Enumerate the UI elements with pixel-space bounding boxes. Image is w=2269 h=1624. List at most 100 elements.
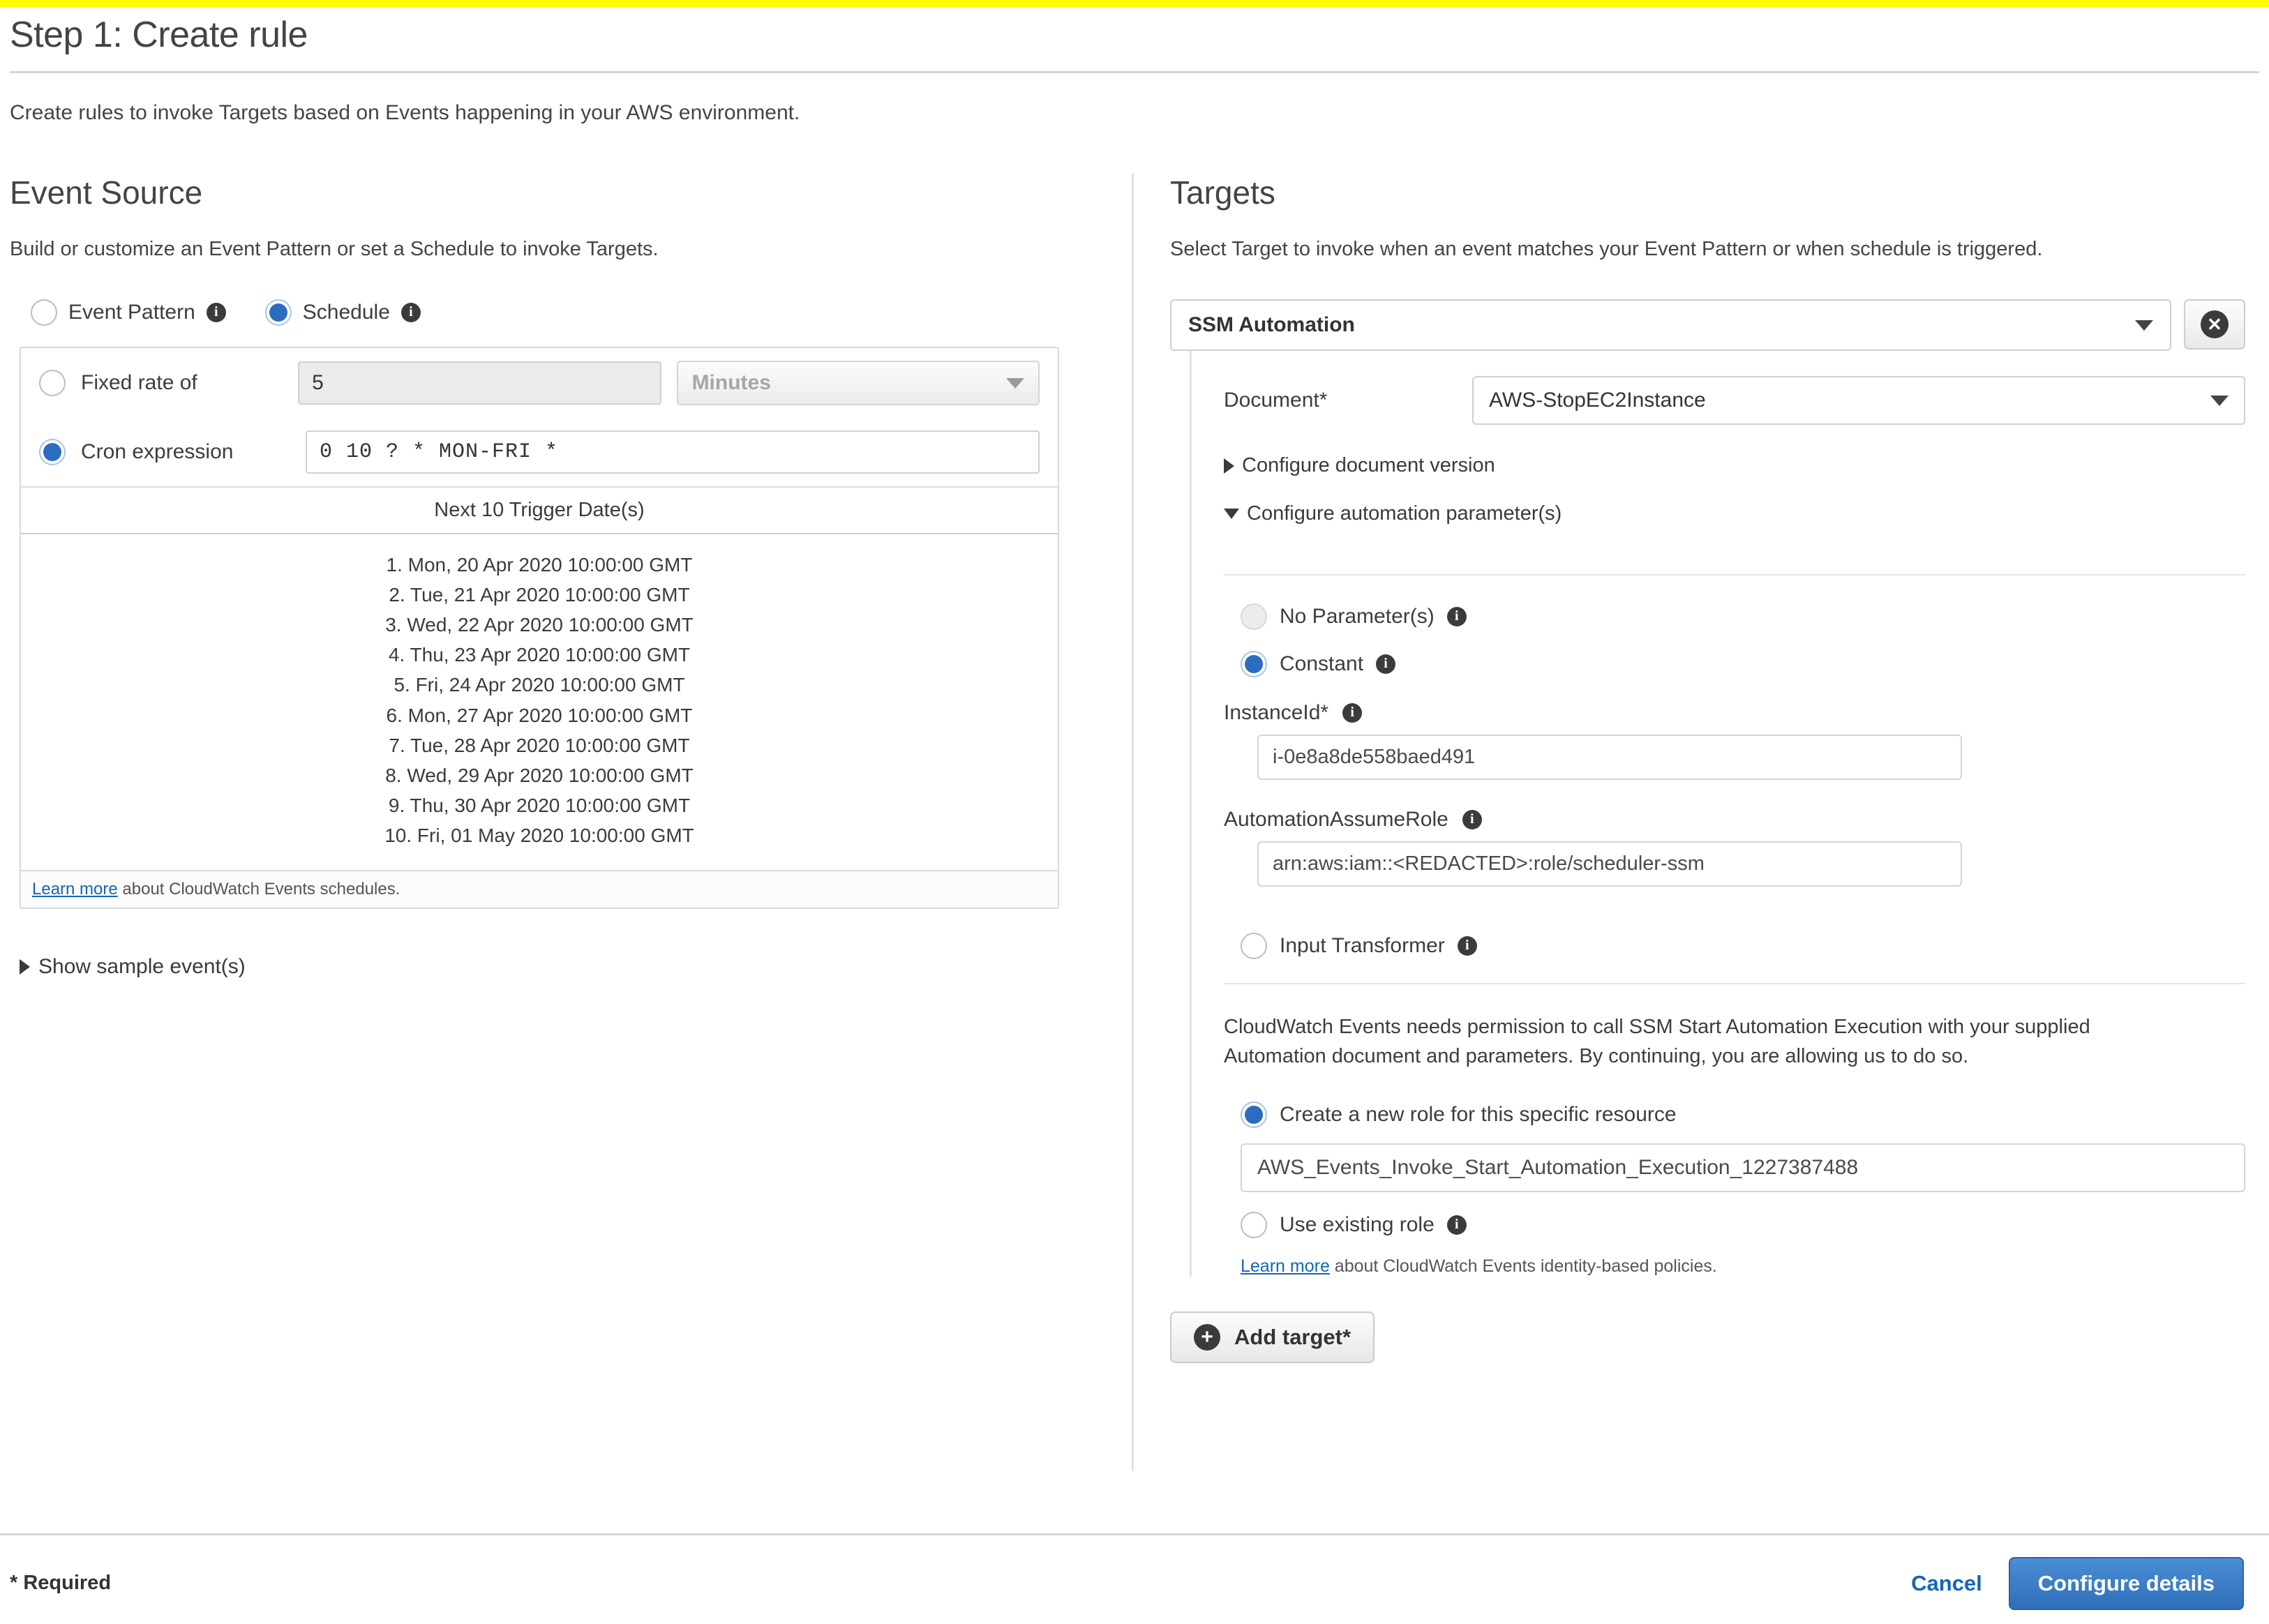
plus-icon: + (1194, 1324, 1220, 1351)
instance-id-input[interactable] (1257, 735, 1962, 781)
configure-automation-parameters-toggle[interactable]: Configure automation parameter(s) (1224, 502, 1562, 525)
radio-use-existing-role[interactable]: Use existing role i (1241, 1212, 2245, 1239)
info-icon[interactable]: i (206, 303, 226, 323)
role-selection: Create a new role for this specific reso… (1224, 1102, 2245, 1277)
targets-panel: Targets Select Target to invoke when an … (1134, 174, 2269, 1471)
schedules-learn-more-link[interactable]: Learn more (32, 880, 118, 899)
create-new-role-label: Create a new role for this specific reso… (1280, 1103, 1677, 1127)
fixed-rate-input[interactable] (298, 361, 661, 405)
target-type-row: SSM Automation ✕ (1170, 299, 2245, 352)
target-type-select[interactable]: SSM Automation (1170, 299, 2171, 352)
chevron-right-icon (1224, 458, 1234, 474)
info-icon[interactable]: i (1457, 936, 1477, 956)
remove-target-button[interactable]: ✕ (2184, 299, 2245, 350)
input-transformer-label: Input Transformer (1280, 934, 1445, 958)
list-item: 7. Tue, 28 Apr 2020 10:00:00 GMT (389, 734, 690, 756)
cron-radio[interactable] (39, 439, 66, 466)
identity-policies-learn-more-text: about CloudWatch Events identity-based p… (1329, 1256, 1717, 1277)
event-pattern-label: Event Pattern (68, 301, 195, 324)
cron-expression-input[interactable] (306, 430, 1040, 474)
event-source-heading: Event Source (10, 174, 203, 211)
configure-automation-parameters-label: Configure automation parameter(s) (1247, 502, 1562, 525)
add-target-label: Add target* (1234, 1325, 1351, 1350)
list-item: 3. Wed, 22 Apr 2020 10:00:00 GMT (385, 614, 694, 636)
input-transformer-radio[interactable] (1241, 933, 1267, 960)
assume-role-label-row: AutomationAssumeRole i (1224, 808, 2245, 832)
radio-schedule[interactable]: Schedule i (264, 299, 421, 326)
target-configuration: Document* AWS-StopEC2Instance Configure … (1190, 351, 2245, 1277)
info-icon[interactable]: i (1462, 810, 1482, 830)
radio-create-new-role[interactable]: Create a new role for this specific reso… (1241, 1102, 2245, 1129)
schedules-learn-more-text: about CloudWatch Events schedules. (117, 880, 400, 899)
divider (1224, 574, 2245, 576)
info-icon[interactable]: i (400, 303, 421, 323)
list-item: 9. Thu, 30 Apr 2020 10:00:00 GMT (388, 794, 691, 816)
list-item: 6. Mon, 27 Apr 2020 10:00:00 GMT (386, 704, 693, 726)
radio-constant[interactable]: Constant i (1224, 651, 2245, 678)
cron-label: Cron expression (81, 440, 234, 464)
list-item: 4. Thu, 23 Apr 2020 10:00:00 GMT (388, 644, 691, 666)
targets-heading: Targets (1170, 174, 1275, 211)
cancel-button[interactable]: Cancel (1911, 1571, 1982, 1596)
schedule-label: Schedule (302, 301, 390, 324)
no-parameters-label: No Parameter(s) (1280, 605, 1435, 629)
assume-role-label: AutomationAssumeRole (1224, 808, 1448, 832)
show-sample-events-toggle[interactable]: Show sample event(s) (20, 955, 246, 979)
info-icon[interactable]: i (1446, 1215, 1467, 1235)
schedule-radio-circle[interactable] (264, 299, 292, 326)
list-item: 5. Fri, 24 Apr 2020 10:00:00 GMT (394, 674, 685, 696)
event-source-panel: Event Source Build or customize an Event… (0, 174, 1134, 1471)
event-pattern-radio-circle[interactable] (31, 299, 57, 326)
configure-details-button[interactable]: Configure details (2008, 1556, 2244, 1610)
required-note: * Required (10, 1572, 112, 1594)
top-accent-bar (0, 0, 2269, 7)
radio-event-pattern[interactable]: Event Pattern i (31, 299, 226, 326)
footer-actions: Cancel Configure details (1911, 1556, 2244, 1610)
content-columns: Event Source Build or customize an Event… (0, 174, 2269, 1471)
radio-input-transformer[interactable]: Input Transformer i (1224, 933, 2245, 960)
assume-role-input[interactable] (1257, 841, 1962, 887)
document-row: Document* AWS-StopEC2Instance (1224, 376, 2245, 426)
use-existing-role-radio[interactable] (1241, 1212, 1267, 1239)
fixed-rate-unit-value: Minutes (691, 371, 771, 395)
event-source-mode-group: Event Pattern i Schedule i (10, 299, 1101, 326)
close-icon: ✕ (2201, 310, 2229, 339)
list-item: 10. Fri, 01 May 2020 10:00:00 GMT (384, 825, 694, 846)
show-sample-events-label: Show sample event(s) (38, 955, 246, 979)
add-target-button[interactable]: + Add target* (1170, 1311, 1375, 1364)
identity-policies-learn-more-link[interactable]: Learn more (1241, 1256, 1330, 1276)
use-existing-role-label: Use existing role (1280, 1213, 1435, 1237)
fixed-rate-unit-select[interactable]: Minutes (676, 361, 1040, 406)
chevron-down-icon (2210, 395, 2229, 406)
document-label: Document* (1224, 389, 1328, 412)
radio-no-parameters[interactable]: No Parameter(s) i (1224, 603, 2245, 631)
permission-notice: CloudWatch Events needs permission to ca… (1224, 1016, 2090, 1068)
info-icon[interactable]: i (1342, 703, 1363, 723)
fixed-rate-radio[interactable] (39, 370, 66, 397)
schedule-panel: Fixed rate of Minutes Cron expression (20, 347, 1059, 910)
constant-radio[interactable] (1241, 651, 1267, 678)
document-select[interactable]: AWS-StopEC2Instance (1472, 376, 2245, 426)
schedule-learn-more-row: Learn more about CloudWatch Events sched… (21, 870, 1058, 908)
title-divider (10, 71, 2259, 73)
no-parameters-radio[interactable] (1241, 603, 1267, 631)
fixed-rate-row: Fixed rate of Minutes (21, 348, 1058, 418)
create-rule-page: Step 1: Create rule Create rules to invo… (0, 14, 2269, 1624)
instance-id-label: InstanceId* (1224, 701, 1329, 725)
info-icon[interactable]: i (1376, 654, 1396, 675)
configure-document-version-label: Configure document version (1242, 454, 1495, 477)
info-icon[interactable]: i (1446, 607, 1467, 627)
list-item: 2. Tue, 21 Apr 2020 10:00:00 GMT (389, 584, 690, 606)
trigger-dates-header: Next 10 Trigger Date(s) (21, 486, 1058, 535)
list-item: 8. Wed, 29 Apr 2020 10:00:00 GMT (385, 764, 694, 786)
event-source-description: Build or customize an Event Pattern or s… (10, 238, 659, 260)
new-role-name-input[interactable] (1241, 1143, 2245, 1193)
list-item: 1. Mon, 20 Apr 2020 10:00:00 GMT (386, 554, 693, 576)
create-new-role-radio[interactable] (1241, 1102, 1267, 1129)
identity-policies-learn-more-row: Learn more about CloudWatch Events ident… (1241, 1256, 2245, 1277)
configure-document-version-toggle[interactable]: Configure document version (1224, 454, 1495, 477)
page-footer: * Required Cancel Configure details (0, 1533, 2269, 1624)
document-value: AWS-StopEC2Instance (1489, 389, 1706, 412)
instance-id-label-row: InstanceId* i (1224, 701, 2245, 725)
trigger-dates-list: 1. Mon, 20 Apr 2020 10:00:00 GMT 2. Tue,… (21, 534, 1058, 870)
